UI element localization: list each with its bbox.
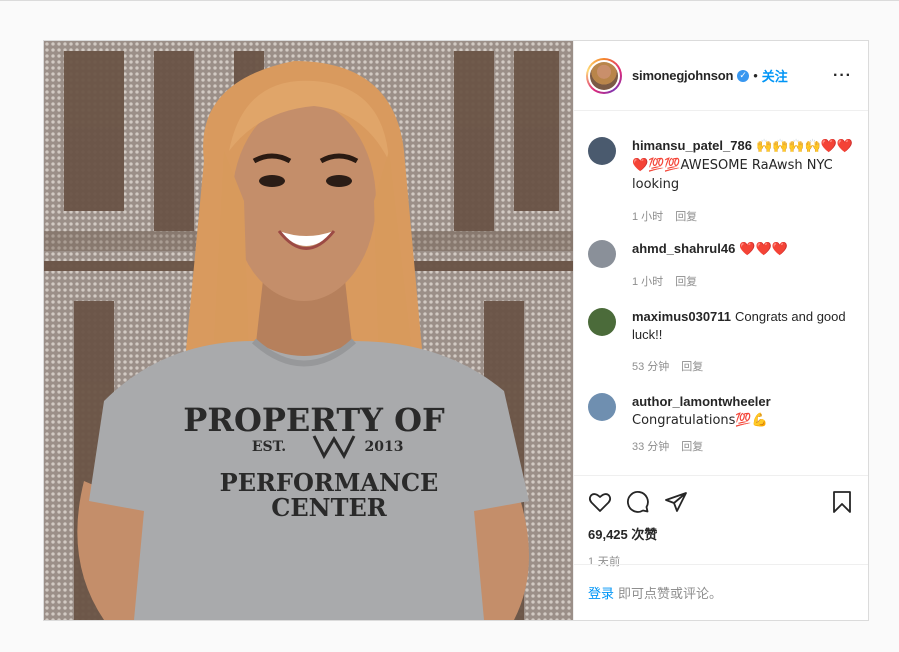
comment-body: maximus030711 Congrats and good luck!! 53… — [632, 308, 854, 376]
avatar-inner — [588, 59, 620, 92]
comment-meta: 33 分钟 回复 — [632, 438, 775, 456]
profile-avatar[interactable] — [586, 57, 622, 94]
reply-button[interactable]: 回复 — [675, 211, 697, 223]
comment-avatar[interactable] — [588, 240, 616, 268]
username-link[interactable]: simonegjohnson — [632, 68, 733, 83]
comment-text-block: author_lamontwheeler Congratulations💯💪 — [632, 393, 775, 430]
comment-time[interactable]: 53 分钟 — [632, 361, 669, 373]
header-separator: • — [753, 68, 758, 83]
shirt-text-est: EST. — [252, 439, 286, 455]
comment-body: himansu_patel_786 🙌🙌🙌🙌❤️❤️❤️💯💯AWESOME RaA… — [632, 137, 854, 226]
comments-list[interactable]: himansu_patel_786 🙌🙌🙌🙌❤️❤️❤️💯💯AWESOME RaA… — [574, 111, 868, 475]
comment-meta: 53 分钟 回复 — [632, 358, 854, 376]
action-icons — [588, 476, 854, 528]
comment-text: ❤️❤️❤️ — [739, 242, 788, 257]
top-border — [0, 0, 899, 1]
avatar-image — [590, 61, 618, 90]
like-heart-icon[interactable] — [588, 490, 612, 514]
post-image[interactable]: PROPERTY OF EST. 2013 PERFORMANCE CENTER — [44, 41, 573, 620]
photo-illustration: PROPERTY OF EST. 2013 PERFORMANCE CENTER — [44, 41, 573, 620]
login-prompt-text: 即可点赞或评论。 — [618, 586, 723, 601]
shirt-text-1: PROPERTY OF — [183, 401, 445, 439]
verified-badge-icon: ✓ — [737, 69, 750, 82]
comment-text-block: ahmd_shahrul46 ❤️❤️❤️ — [632, 240, 788, 259]
comment-body: ahmd_shahrul46 ❤️❤️❤️ 1 小时 回复 — [632, 240, 788, 291]
comment-item: ahmd_shahrul46 ❤️❤️❤️ 1 小时 回复 — [588, 240, 854, 291]
comment-username[interactable]: maximus030711 — [632, 309, 731, 324]
post-sidebar: simonegjohnson ✓ • 关注 ··· himansu_patel_… — [573, 41, 868, 620]
likes-count[interactable]: 69,425 次赞 — [588, 524, 854, 543]
post-header: simonegjohnson ✓ • 关注 ··· — [574, 41, 868, 111]
comment-text-block: maximus030711 Congrats and good luck!! — [632, 308, 854, 344]
comment-avatar[interactable] — [588, 393, 616, 421]
comment-text-block: himansu_patel_786 🙌🙌🙌🙌❤️❤️❤️💯💯AWESOME RaA… — [632, 137, 854, 194]
comment-time[interactable]: 1 小时 — [632, 276, 663, 288]
follow-button[interactable]: 关注 — [762, 66, 788, 85]
share-send-icon[interactable] — [664, 490, 688, 514]
post-modal: PROPERTY OF EST. 2013 PERFORMANCE CENTER… — [43, 40, 869, 621]
comment-bubble-icon[interactable] — [626, 490, 650, 514]
comment-item: himansu_patel_786 🙌🙌🙌🙌❤️❤️❤️💯💯AWESOME RaA… — [588, 137, 854, 226]
login-link[interactable]: 登录 — [588, 583, 614, 602]
post-actions: 69,425 次赞 1 天前 登录 即可点赞或评论。 — [574, 475, 868, 620]
login-prompt-bar: 登录 即可点赞或评论。 — [574, 564, 868, 620]
bookmark-icon[interactable] — [830, 490, 854, 514]
comment-avatar[interactable] — [588, 308, 616, 336]
comment-body: author_lamontwheeler Congratulations💯💪 3… — [632, 393, 775, 456]
comment-meta: 1 小时 回复 — [632, 208, 854, 226]
comment-item: maximus030711 Congrats and good luck!! 53… — [588, 308, 854, 376]
comment-meta: 1 小时 回复 — [632, 273, 788, 291]
comment-username[interactable]: himansu_patel_786 — [632, 138, 752, 153]
reply-button[interactable]: 回复 — [681, 361, 703, 373]
comment-time[interactable]: 1 小时 — [632, 211, 663, 223]
comment-avatar[interactable] — [588, 137, 616, 165]
more-options-icon[interactable]: ··· — [833, 67, 852, 85]
shirt-text-3: CENTER — [271, 493, 387, 522]
comment-username[interactable]: ahmd_shahrul46 — [632, 241, 735, 256]
shirt-text-year: 2013 — [365, 439, 404, 455]
reply-button[interactable]: 回复 — [675, 276, 697, 288]
comment-username[interactable]: author_lamontwheeler — [632, 394, 771, 409]
comment-item: author_lamontwheeler Congratulations💯💪 3… — [588, 393, 854, 456]
comment-text: Congratulations💯💪 — [632, 413, 768, 428]
comment-time[interactable]: 33 分钟 — [632, 441, 669, 453]
reply-button[interactable]: 回复 — [681, 441, 703, 453]
